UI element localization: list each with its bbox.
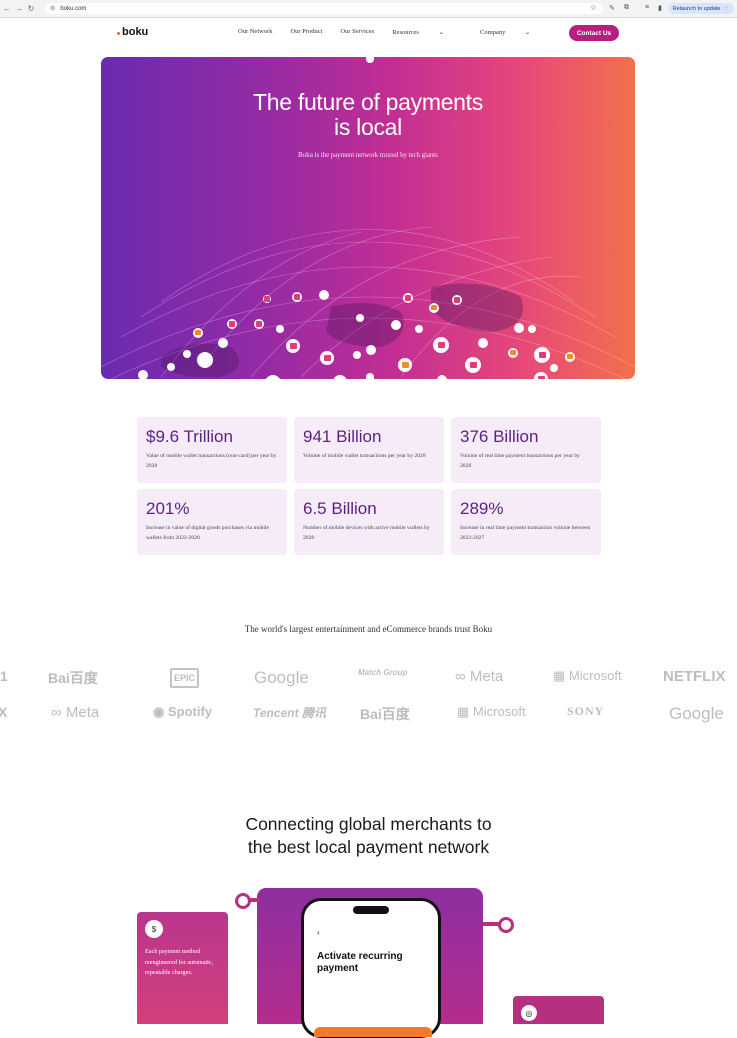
site-info-icon[interactable]: ⚙ bbox=[50, 5, 55, 12]
stat-card: 289% Increase in real time payment transa… bbox=[451, 489, 601, 555]
coins-icon: $ bbox=[145, 920, 163, 938]
phone-screen-title: Activate recurring payment bbox=[317, 951, 403, 974]
brand-logo-text: Microsoft bbox=[472, 704, 526, 719]
nav-resources-label: Resources bbox=[392, 29, 419, 36]
stat-card: $9.6 Trillion Value of mobile wallet tran… bbox=[137, 417, 287, 483]
connector-knob bbox=[498, 917, 514, 933]
hero-notch-top bbox=[366, 57, 374, 63]
chevron-down-icon: ⌄ bbox=[438, 29, 445, 36]
brand-logo: Google bbox=[669, 704, 724, 723]
stat-value: 6.5 Billion bbox=[303, 499, 377, 518]
stat-value: $9.6 Trillion bbox=[146, 427, 233, 446]
stat-card: 201% Increase in value of digital goods p… bbox=[137, 489, 287, 555]
section-heading-line2: the best local payment network bbox=[247, 837, 490, 857]
brand-logos-row-2: X ∞ Meta ◉ Spotify Tencent 腾讯 Bai百度 ▦ Mi… bbox=[0, 704, 737, 724]
hero-title-line1: The future of payments bbox=[253, 89, 483, 115]
section-heading-line1: Connecting global merchants to bbox=[245, 814, 492, 834]
feature-card-text: Each payment method reengineered for aut… bbox=[145, 948, 214, 976]
brand-logo: ∞ Meta bbox=[51, 704, 100, 721]
reload-icon[interactable]: ↻ bbox=[26, 4, 36, 13]
relaunch-button[interactable]: Relaunch to update ⋮ bbox=[667, 3, 734, 14]
phone-mockup: ‹ Activate recurring payment bbox=[301, 898, 441, 1038]
stat-value: 941 Billion bbox=[303, 427, 382, 446]
phone-notch bbox=[353, 906, 389, 914]
nav-our-product[interactable]: Our Product bbox=[290, 28, 322, 36]
hero-title-line2: is local bbox=[334, 114, 402, 140]
media-icon[interactable]: ≡ bbox=[645, 4, 649, 11]
url-text: boku.com bbox=[60, 5, 87, 12]
forward-icon[interactable]: → bbox=[14, 4, 24, 13]
brand-logo: ∞ Meta bbox=[455, 668, 504, 685]
stat-value: 289% bbox=[460, 499, 504, 518]
microsoft-grid-icon: ▦ bbox=[553, 668, 569, 683]
brand-logo-text: Spotify bbox=[167, 704, 213, 719]
stat-description: Increase in value of digital goods purch… bbox=[146, 525, 270, 541]
stat-description: Increase in real time payment transactio… bbox=[460, 525, 591, 541]
chevron-down-icon: ⌄ bbox=[524, 29, 531, 36]
spotify-icon: ◉ bbox=[153, 704, 168, 719]
back-chevron-icon[interactable]: ‹ bbox=[317, 928, 320, 937]
stat-card: 376 Billion Volume of real time payment t… bbox=[451, 417, 601, 483]
nav-our-network[interactable]: Our Network bbox=[238, 28, 272, 36]
stat-description: Volume of real time payment transactions… bbox=[460, 453, 580, 469]
connector-tab bbox=[229, 976, 257, 1024]
stat-card: 941 Billion Volume of mobile wallet trans… bbox=[294, 417, 444, 483]
connector-knob bbox=[235, 893, 251, 909]
hero-banner: The future of payments is local Boku is … bbox=[101, 57, 635, 379]
brand-logo: Bai百度 bbox=[48, 670, 98, 686]
brand-logo: ▦ Microsoft bbox=[553, 668, 622, 684]
stat-description: Value of mobile wallet transactions (non… bbox=[146, 453, 277, 469]
brand-logo: Bai百度 bbox=[360, 706, 410, 722]
connector-tab bbox=[229, 924, 257, 966]
brand-logo: Google bbox=[254, 668, 309, 687]
browser-toolbar: ← → ↻ ⚙ boku.com ☆ ✎ ⧉ ≡ ▮ ● Relaunch to… bbox=[0, 0, 737, 18]
brand-logo: SONY bbox=[567, 704, 605, 718]
back-icon[interactable]: ← bbox=[2, 4, 12, 13]
nav-company-label: Company bbox=[480, 29, 506, 36]
brand-logo: Tencent 腾讯 bbox=[253, 706, 326, 720]
brand-logo: X bbox=[0, 704, 8, 720]
stat-value: 201% bbox=[146, 499, 190, 518]
brand-logo: ◉ Spotify bbox=[153, 704, 212, 720]
site-header: boku Our Network Our Product Our Service… bbox=[0, 22, 737, 44]
stat-description: Number of mobile devices with active mob… bbox=[303, 525, 430, 541]
brand-logo: EPIC bbox=[170, 668, 200, 688]
section-heading: Connecting global merchants to the best … bbox=[0, 813, 737, 859]
stat-card: 6.5 Billion Number of mobile devices with… bbox=[294, 489, 444, 555]
brand-logo: ▦ Microsoft bbox=[457, 704, 526, 720]
stat-description: Volume of mobile wallet transactions per… bbox=[303, 453, 426, 459]
brand-logo: NETFLIX bbox=[663, 668, 726, 685]
nav-our-services[interactable]: Our Services bbox=[340, 28, 374, 36]
address-bar[interactable]: ⚙ boku.com ☆ bbox=[45, 3, 603, 14]
brand-logo: Match Group bbox=[358, 668, 408, 677]
extensions-puzzle-icon[interactable]: ⧉ bbox=[624, 4, 629, 12]
phone-action-button[interactable] bbox=[314, 1027, 432, 1037]
hero-subtitle: Boku is the payment network trusted by t… bbox=[298, 152, 438, 159]
more-menu-icon[interactable]: ⋮ bbox=[724, 6, 730, 12]
payment-network-globe-illustration bbox=[101, 226, 635, 379]
brand-logo-text: Microsoft bbox=[568, 668, 622, 683]
main-menu: Our Network Our Product Our Services Res… bbox=[238, 28, 566, 36]
stat-value: 376 Billion bbox=[460, 427, 539, 446]
relaunch-label: Relaunch to update bbox=[672, 5, 721, 12]
microsoft-grid-icon: ▦ bbox=[457, 704, 473, 719]
trust-heading: The world's largest entertainment and eC… bbox=[244, 624, 493, 634]
nav-resources[interactable]: Resources ⌄ bbox=[392, 28, 462, 36]
extension-icon[interactable]: ✎ bbox=[609, 4, 615, 12]
nav-company[interactable]: Company ⌄ bbox=[480, 28, 548, 36]
brand-logo: 1 bbox=[0, 668, 8, 684]
hero-title: The future of payments is local bbox=[101, 90, 635, 140]
connector-line bbox=[483, 922, 499, 926]
stats-grid: $9.6 Trillion Value of mobile wallet tran… bbox=[137, 417, 601, 555]
feature-card-secondary: ◎ bbox=[513, 996, 604, 1024]
boku-logo[interactable]: boku bbox=[117, 26, 148, 38]
sidepanel-icon[interactable]: ▮ bbox=[658, 4, 662, 12]
feature-card-recurring: $ Each payment method reengineered for a… bbox=[137, 912, 228, 1024]
target-icon: ◎ bbox=[521, 1005, 537, 1021]
bookmark-star-icon[interactable]: ☆ bbox=[590, 3, 597, 12]
logo-text: boku bbox=[122, 26, 149, 38]
contact-us-button[interactable]: Contact Us bbox=[569, 25, 619, 41]
brand-logos-row-1: 1 Bai百度 EPIC Google Match Group ∞ Meta ▦… bbox=[0, 668, 737, 688]
logo-dot-icon bbox=[117, 31, 120, 35]
